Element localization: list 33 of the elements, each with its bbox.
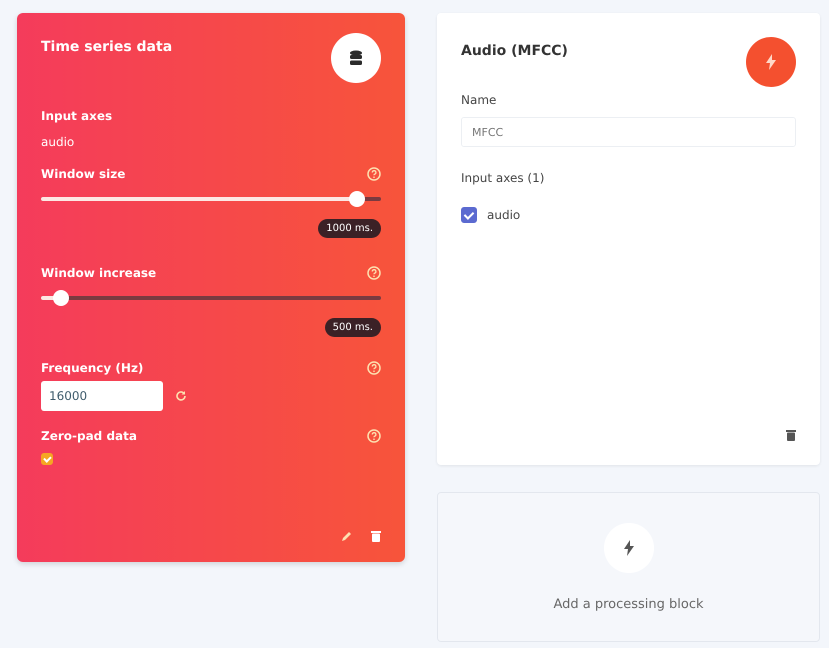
help-icon[interactable]: [367, 266, 381, 280]
slider-value: 500 ms.: [324, 318, 381, 337]
trash-icon[interactable]: [371, 530, 381, 542]
lightning-icon: [746, 37, 796, 87]
slider-value: 1000 ms.: [318, 219, 381, 238]
trash-icon[interactable]: [786, 429, 796, 441]
checkbox[interactable]: [461, 207, 477, 223]
edit-icon[interactable]: [341, 530, 351, 542]
field-label: Window size: [41, 167, 126, 181]
field-label: Zero-pad data: [41, 429, 137, 443]
add-block-card[interactable]: Add a processing block: [437, 492, 820, 642]
database-icon: [331, 33, 381, 83]
slider-thumb[interactable]: [53, 290, 70, 306]
card-title: Audio (MFCC): [461, 43, 568, 59]
add-block-label: Add a processing block: [553, 596, 704, 612]
field-label: Frequency (Hz): [41, 361, 144, 375]
help-icon[interactable]: [367, 167, 381, 181]
frequency-field[interactable]: 16000: [41, 381, 163, 411]
field-label: Name: [461, 93, 498, 107]
help-icon[interactable]: [367, 361, 381, 375]
checkbox-label: audio: [487, 208, 520, 222]
refresh-icon[interactable]: [175, 390, 187, 402]
field-label: Input axes: [41, 109, 114, 123]
card-title: Time series data: [41, 39, 172, 55]
checkbox[interactable]: [41, 453, 53, 465]
field-label: Input axes (1): [461, 171, 546, 185]
field-label: Window increase: [41, 266, 156, 280]
name-field[interactable]: MFCC: [461, 117, 796, 147]
field-value: audio: [41, 135, 76, 149]
slider[interactable]: [41, 191, 381, 207]
slider-thumb[interactable]: [349, 191, 366, 207]
slider[interactable]: [41, 290, 381, 306]
help-icon[interactable]: [367, 429, 381, 443]
